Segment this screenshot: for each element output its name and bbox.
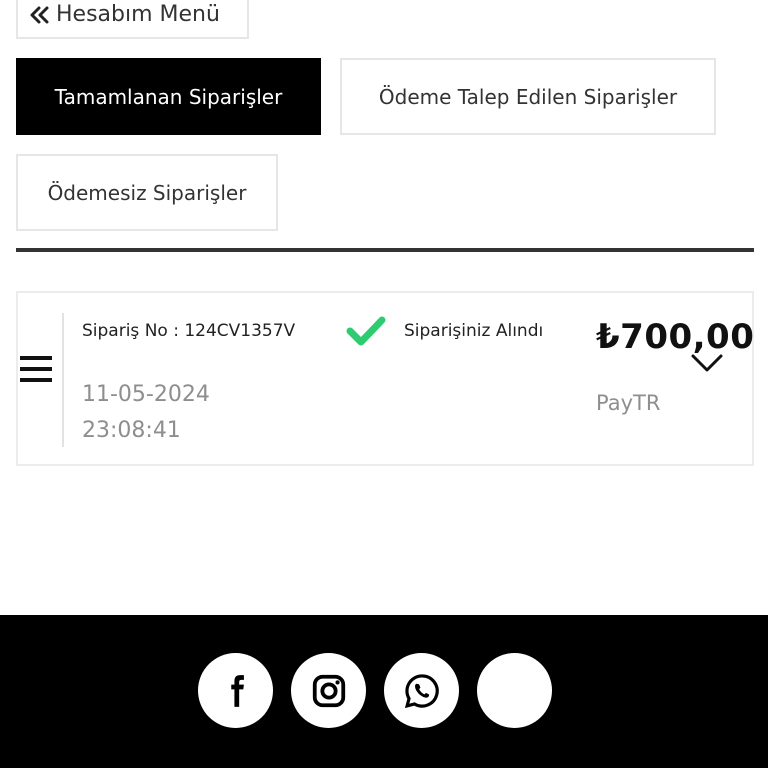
order-time: 23:08:41 — [82, 418, 181, 443]
order-status: Siparişiniz Alındı — [404, 321, 544, 341]
facebook-link[interactable] — [198, 653, 273, 728]
whatsapp-link[interactable] — [384, 653, 459, 728]
order-datetime: 11-05-2024 23:08:41 — [82, 377, 210, 449]
instagram-icon — [312, 674, 345, 707]
hamburger-menu-icon[interactable] — [18, 351, 54, 387]
tab-completed-orders[interactable]: Tamamlanan Siparişler — [16, 58, 321, 135]
instagram-link[interactable] — [291, 653, 366, 728]
chevron-down-icon[interactable] — [690, 351, 724, 375]
whatsapp-icon — [404, 673, 439, 708]
facebook-icon — [230, 674, 244, 707]
order-number: Sipariş No : 124CV1357V — [82, 321, 296, 341]
checkmark-icon — [346, 316, 386, 346]
section-divider — [16, 248, 754, 252]
footer — [0, 615, 768, 768]
order-card: Sipariş No : 124CV1357V 11-05-2024 23:08… — [16, 291, 754, 466]
order-price: ₺700,00 — [596, 317, 755, 357]
back-to-account-menu-button[interactable]: Hesabım Menü — [16, 0, 249, 39]
back-button-label: Hesabım Menü — [56, 2, 220, 27]
tab-payment-requested-orders[interactable]: Ödeme Talep Edilen Siparişler — [340, 58, 716, 135]
payment-method: PayTR — [596, 391, 661, 415]
card-separator — [62, 313, 64, 447]
double-chevron-left-icon — [30, 6, 49, 23]
order-date: 11-05-2024 — [82, 382, 210, 407]
blank-social-link[interactable] — [477, 653, 552, 728]
tab-unpaid-orders[interactable]: Ödemesiz Siparişler — [16, 154, 278, 231]
